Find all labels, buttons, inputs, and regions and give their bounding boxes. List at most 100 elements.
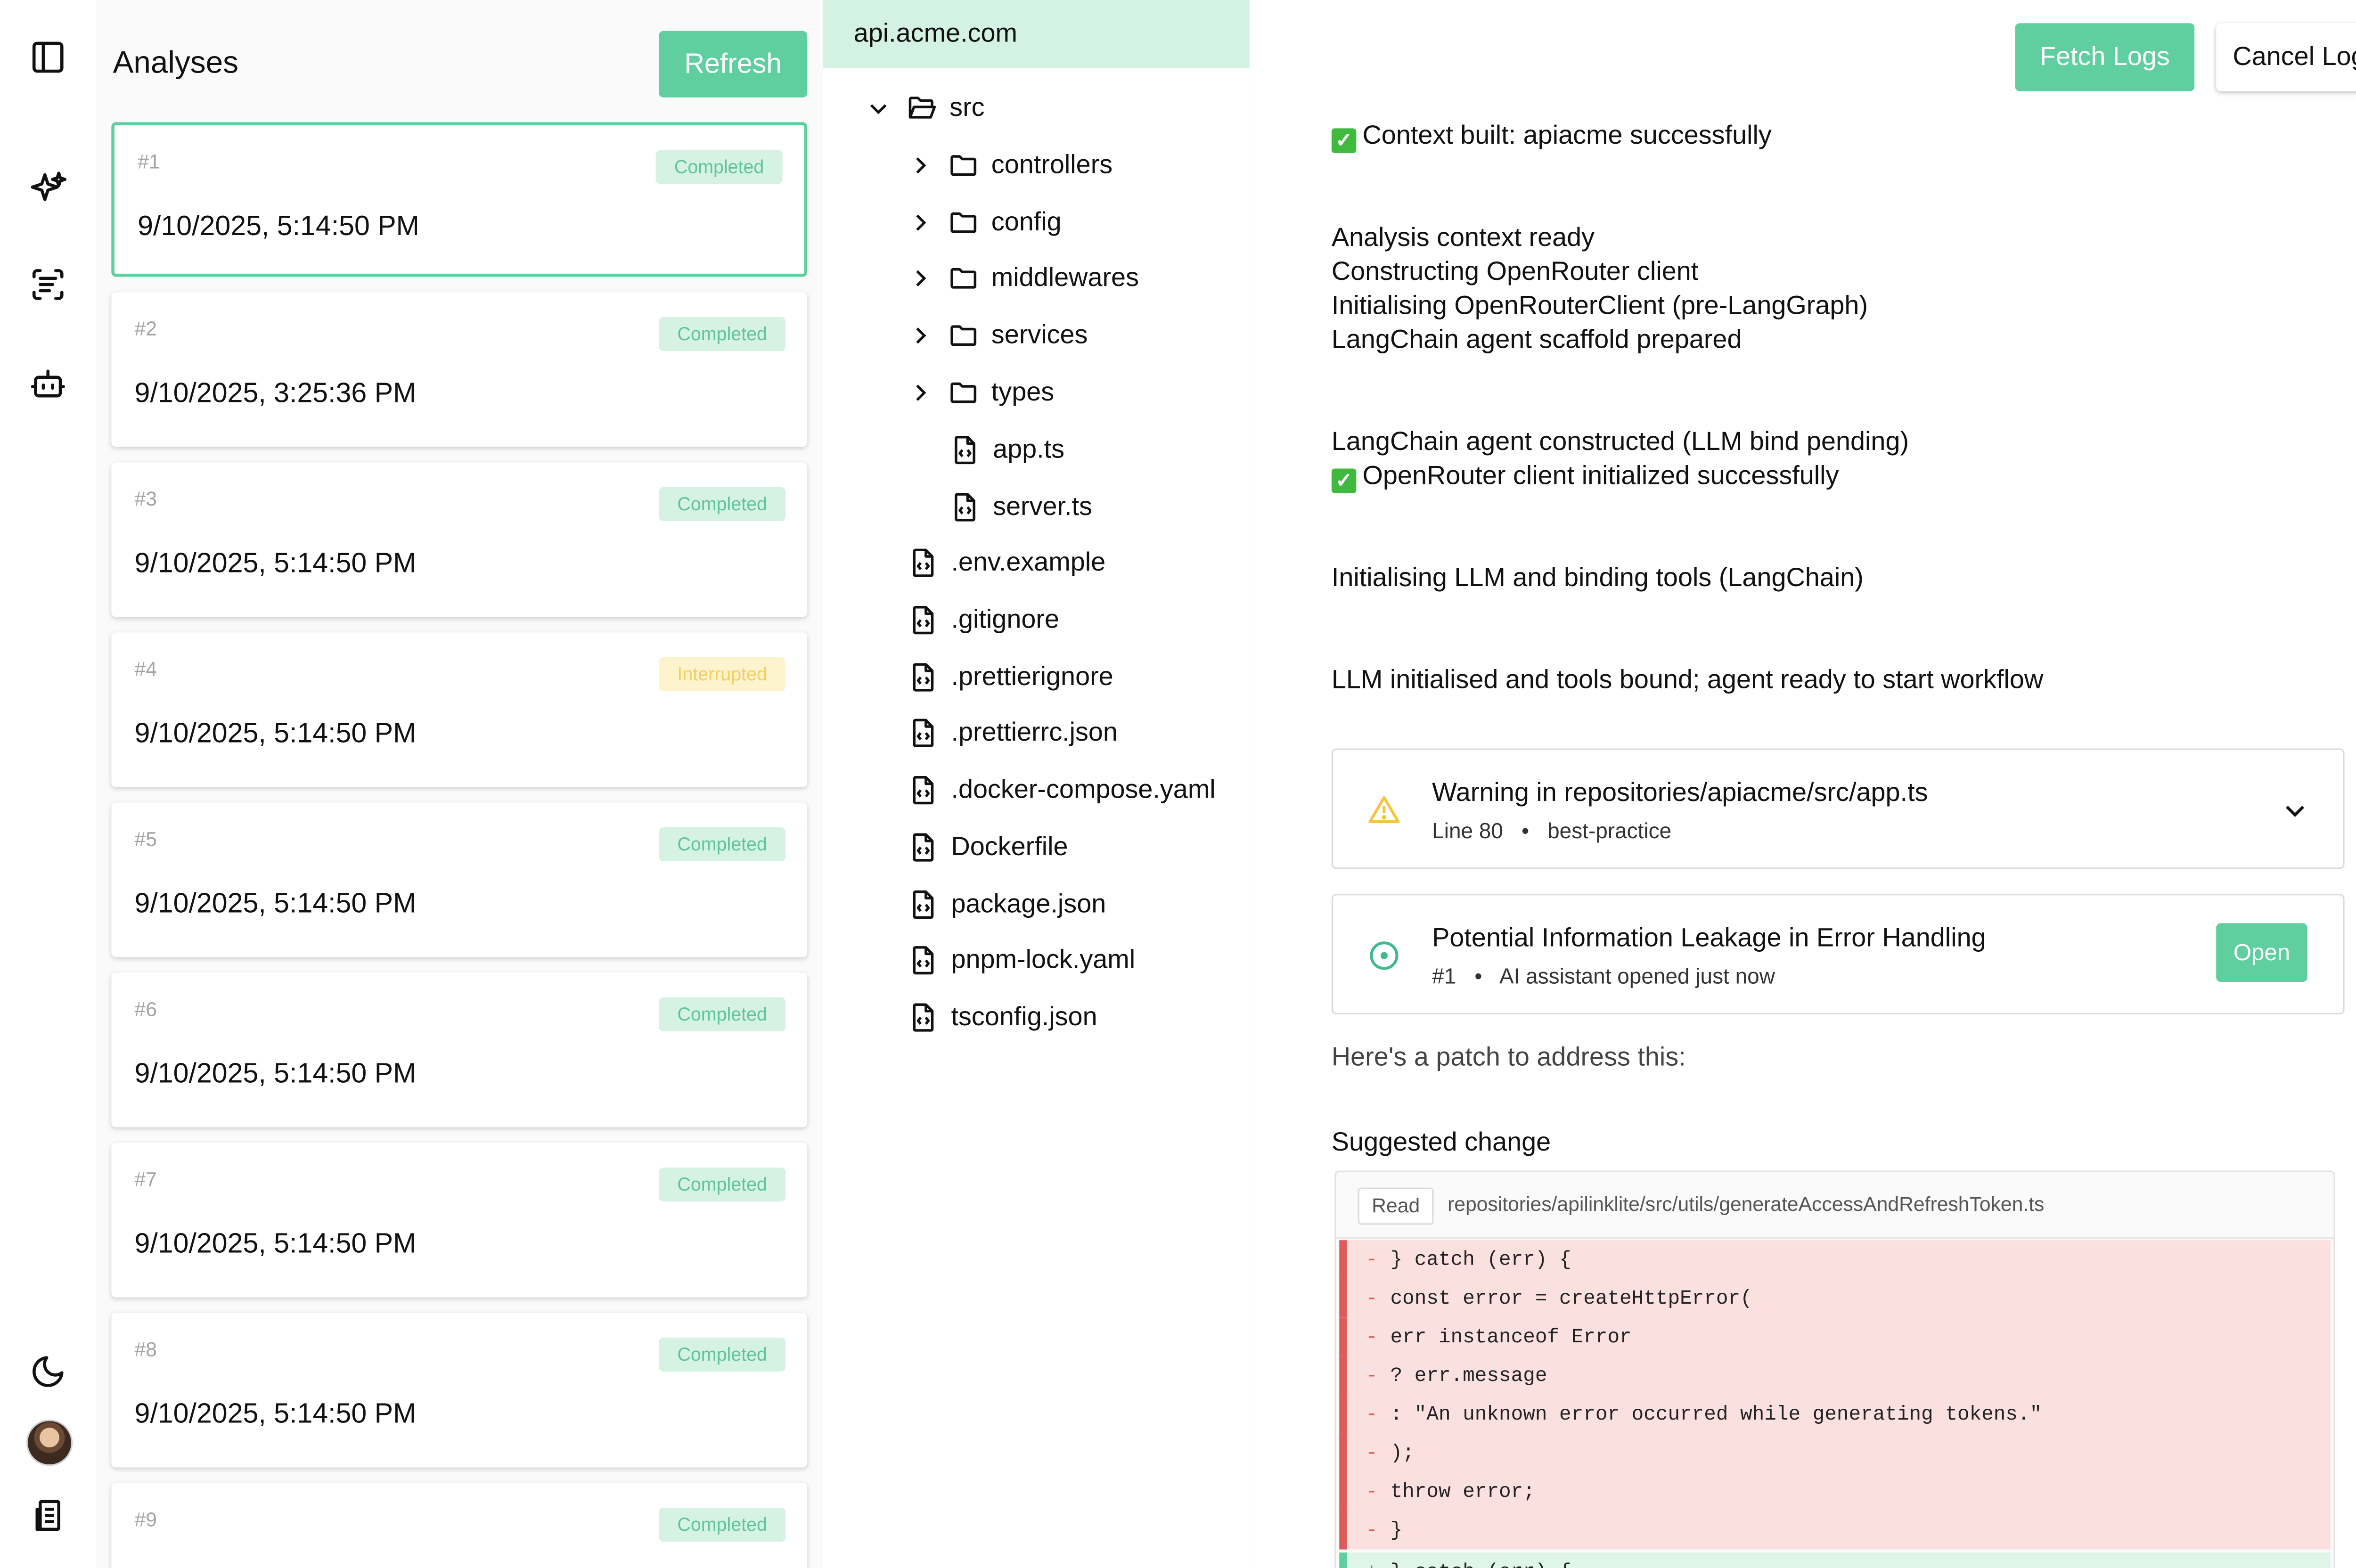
file-code-icon bbox=[913, 890, 934, 919]
file-code-icon bbox=[913, 719, 934, 747]
analysis-date: 9/10/2025, 5:14:50 PM bbox=[134, 1397, 417, 1429]
diff-removed-line: -} bbox=[1339, 1511, 2331, 1550]
tree-label: server.ts bbox=[993, 491, 1092, 522]
open-issue-button[interactable]: Open bbox=[2216, 923, 2307, 982]
user-avatar[interactable] bbox=[26, 1419, 73, 1466]
file-code-icon bbox=[913, 776, 934, 805]
folder-icon bbox=[950, 382, 977, 403]
sidebar-toggle-icon[interactable] bbox=[26, 35, 70, 79]
tree-label: app.ts bbox=[993, 434, 1065, 464]
repo-name: api.acme.com bbox=[853, 18, 1018, 48]
analysis-date: 9/10/2025, 5:14:50 PM bbox=[134, 887, 417, 919]
tree-file-package-json[interactable]: package.json bbox=[908, 883, 1106, 926]
tree-folder-types[interactable]: types bbox=[908, 371, 1054, 415]
analysis-card[interactable]: #6 Completed 9/10/2025, 5:14:50 PM bbox=[111, 972, 808, 1127]
status-badge: Completed bbox=[659, 487, 786, 522]
warning-card[interactable]: Warning in repositories/apiacme/src/app.… bbox=[1331, 748, 2345, 869]
analysis-card[interactable]: #8 Completed 9/10/2025, 5:14:50 PM bbox=[111, 1313, 808, 1468]
analysis-number: #5 bbox=[134, 827, 157, 851]
chevron-down-icon[interactable] bbox=[2281, 796, 2309, 824]
bot-icon[interactable] bbox=[26, 362, 70, 405]
tree-file-gitignore[interactable]: .gitignore bbox=[908, 598, 1059, 642]
analysis-card[interactable]: #2 Completed 9/10/2025, 3:25:36 PM bbox=[111, 292, 808, 447]
diff-removed-line: -); bbox=[1339, 1433, 2331, 1472]
analyses-title: Analyses bbox=[113, 46, 238, 81]
folder-icon bbox=[950, 212, 977, 233]
status-badge: Completed bbox=[659, 317, 786, 351]
meta-separator: • bbox=[1474, 963, 1482, 988]
status-badge: Completed bbox=[655, 150, 783, 184]
tree-folder-services[interactable]: services bbox=[908, 314, 1088, 357]
status-badge: Interrupted bbox=[659, 657, 786, 692]
tree-file-server-ts[interactable]: server.ts bbox=[949, 486, 1092, 529]
chevron-right-icon bbox=[916, 270, 926, 287]
log-line: ✓ OpenRouter client initialized successfu… bbox=[1331, 461, 1839, 493]
warning-category: best-practice bbox=[1547, 818, 1672, 843]
meta-separator: • bbox=[1521, 818, 1530, 843]
status-badge: Completed bbox=[659, 997, 786, 1032]
folder-open-icon bbox=[908, 97, 936, 119]
tree-file-app-ts[interactable]: app.ts bbox=[949, 428, 1064, 472]
analysis-number: #9 bbox=[134, 1508, 157, 1531]
tree-file-dockerfile[interactable]: Dockerfile bbox=[908, 826, 1068, 869]
analysis-number: #3 bbox=[134, 487, 157, 511]
issue-number: #1 bbox=[1432, 963, 1456, 988]
analysis-card[interactable]: #4 Interrupted 9/10/2025, 5:14:50 PM bbox=[111, 632, 808, 787]
folder-icon bbox=[950, 268, 977, 289]
analysis-date: 9/10/2025, 5:14:50 PM bbox=[134, 1227, 417, 1259]
cancel-logs-button[interactable]: Cancel Logs bbox=[2216, 23, 2356, 91]
diff-removed-line: -? err.message bbox=[1339, 1356, 2331, 1395]
issue-opened-meta: AI assistant opened just now bbox=[1499, 963, 1775, 988]
file-code-icon bbox=[913, 548, 934, 577]
tree-file-prettierrc[interactable]: .prettierrc.json bbox=[908, 711, 1118, 755]
tree-file-tsconfig[interactable]: tsconfig.json bbox=[908, 996, 1097, 1039]
analysis-number: #6 bbox=[134, 997, 157, 1021]
moon-icon[interactable] bbox=[26, 1350, 70, 1393]
check-icon: ✓ bbox=[1331, 128, 1357, 153]
tree-label: services bbox=[991, 320, 1088, 350]
refresh-button[interactable]: Refresh bbox=[659, 31, 808, 98]
tree-label: middlewares bbox=[991, 262, 1139, 293]
warning-title: Warning in repositories/apiacme/src/app.… bbox=[1432, 777, 1928, 808]
file-tree: api.acme.com src controllers config midd… bbox=[823, 0, 1252, 1568]
tree-label: .prettierignore bbox=[951, 662, 1113, 692]
analysis-date: 9/10/2025, 5:14:50 PM bbox=[134, 717, 417, 749]
issue-open-icon bbox=[1370, 941, 1399, 970]
tree-folder-controllers[interactable]: controllers bbox=[908, 144, 1113, 187]
issue-title: Potential Information Leakage in Error H… bbox=[1432, 923, 1986, 953]
analyses-panel: Analyses Refresh #1 Completed 9/10/2025,… bbox=[96, 0, 825, 1568]
sparkles-icon[interactable] bbox=[26, 167, 70, 210]
analysis-card[interactable]: #1 Completed 9/10/2025, 5:14:50 PM bbox=[111, 122, 808, 277]
analysis-card[interactable]: #3 Completed 9/10/2025, 5:14:50 PM bbox=[111, 462, 808, 617]
diff-added-line: +} catch (err) { bbox=[1339, 1552, 2331, 1568]
chevron-right-icon bbox=[916, 384, 926, 401]
tree-file-prettierignore[interactable]: .prettierignore bbox=[908, 656, 1113, 699]
file-code-icon bbox=[913, 833, 934, 862]
diff-removed-line: - err instanceof Error bbox=[1339, 1317, 2331, 1356]
log-line: LangChain agent constructed (LLM bind pe… bbox=[1331, 426, 1909, 457]
file-code-icon bbox=[913, 946, 934, 975]
analysis-number: #8 bbox=[134, 1337, 157, 1361]
scan-text-icon[interactable] bbox=[26, 263, 70, 306]
tree-file-docker-compose[interactable]: .docker-compose.yaml bbox=[908, 768, 1216, 812]
log-line: Initialising OpenRouterClient (pre-LangG… bbox=[1331, 291, 1868, 320]
analysis-card[interactable]: #7 Completed 9/10/2025, 5:14:50 PM bbox=[111, 1143, 808, 1298]
analysis-number: #7 bbox=[134, 1167, 157, 1191]
chevron-right-icon bbox=[916, 327, 926, 344]
analysis-card[interactable]: #9 Completed bbox=[111, 1483, 808, 1568]
chevron-down-icon bbox=[870, 104, 887, 114]
docs-icon[interactable] bbox=[26, 1494, 70, 1537]
diff-removed-line: -: "An unknown error occurred while gene… bbox=[1339, 1395, 2331, 1434]
analysis-card[interactable]: #5 Completed 9/10/2025, 5:14:50 PM bbox=[111, 802, 808, 957]
tree-folder-src[interactable]: src bbox=[866, 87, 985, 130]
tree-file-pnpm-lock[interactable]: pnpm-lock.yaml bbox=[908, 939, 1135, 982]
fetch-logs-button[interactable]: Fetch Logs bbox=[2015, 23, 2195, 91]
tree-folder-middlewares[interactable]: middlewares bbox=[908, 257, 1139, 300]
check-icon: ✓ bbox=[1331, 468, 1357, 493]
tree-folder-config[interactable]: config bbox=[908, 201, 1062, 245]
issue-card[interactable]: Potential Information Leakage in Error H… bbox=[1331, 894, 2345, 1015]
tree-label: config bbox=[991, 207, 1062, 237]
repo-header: api.acme.com bbox=[823, 0, 1250, 68]
analysis-date: 9/10/2025, 5:14:50 PM bbox=[138, 210, 419, 241]
tree-file-env-example[interactable]: .env.example bbox=[908, 541, 1105, 585]
